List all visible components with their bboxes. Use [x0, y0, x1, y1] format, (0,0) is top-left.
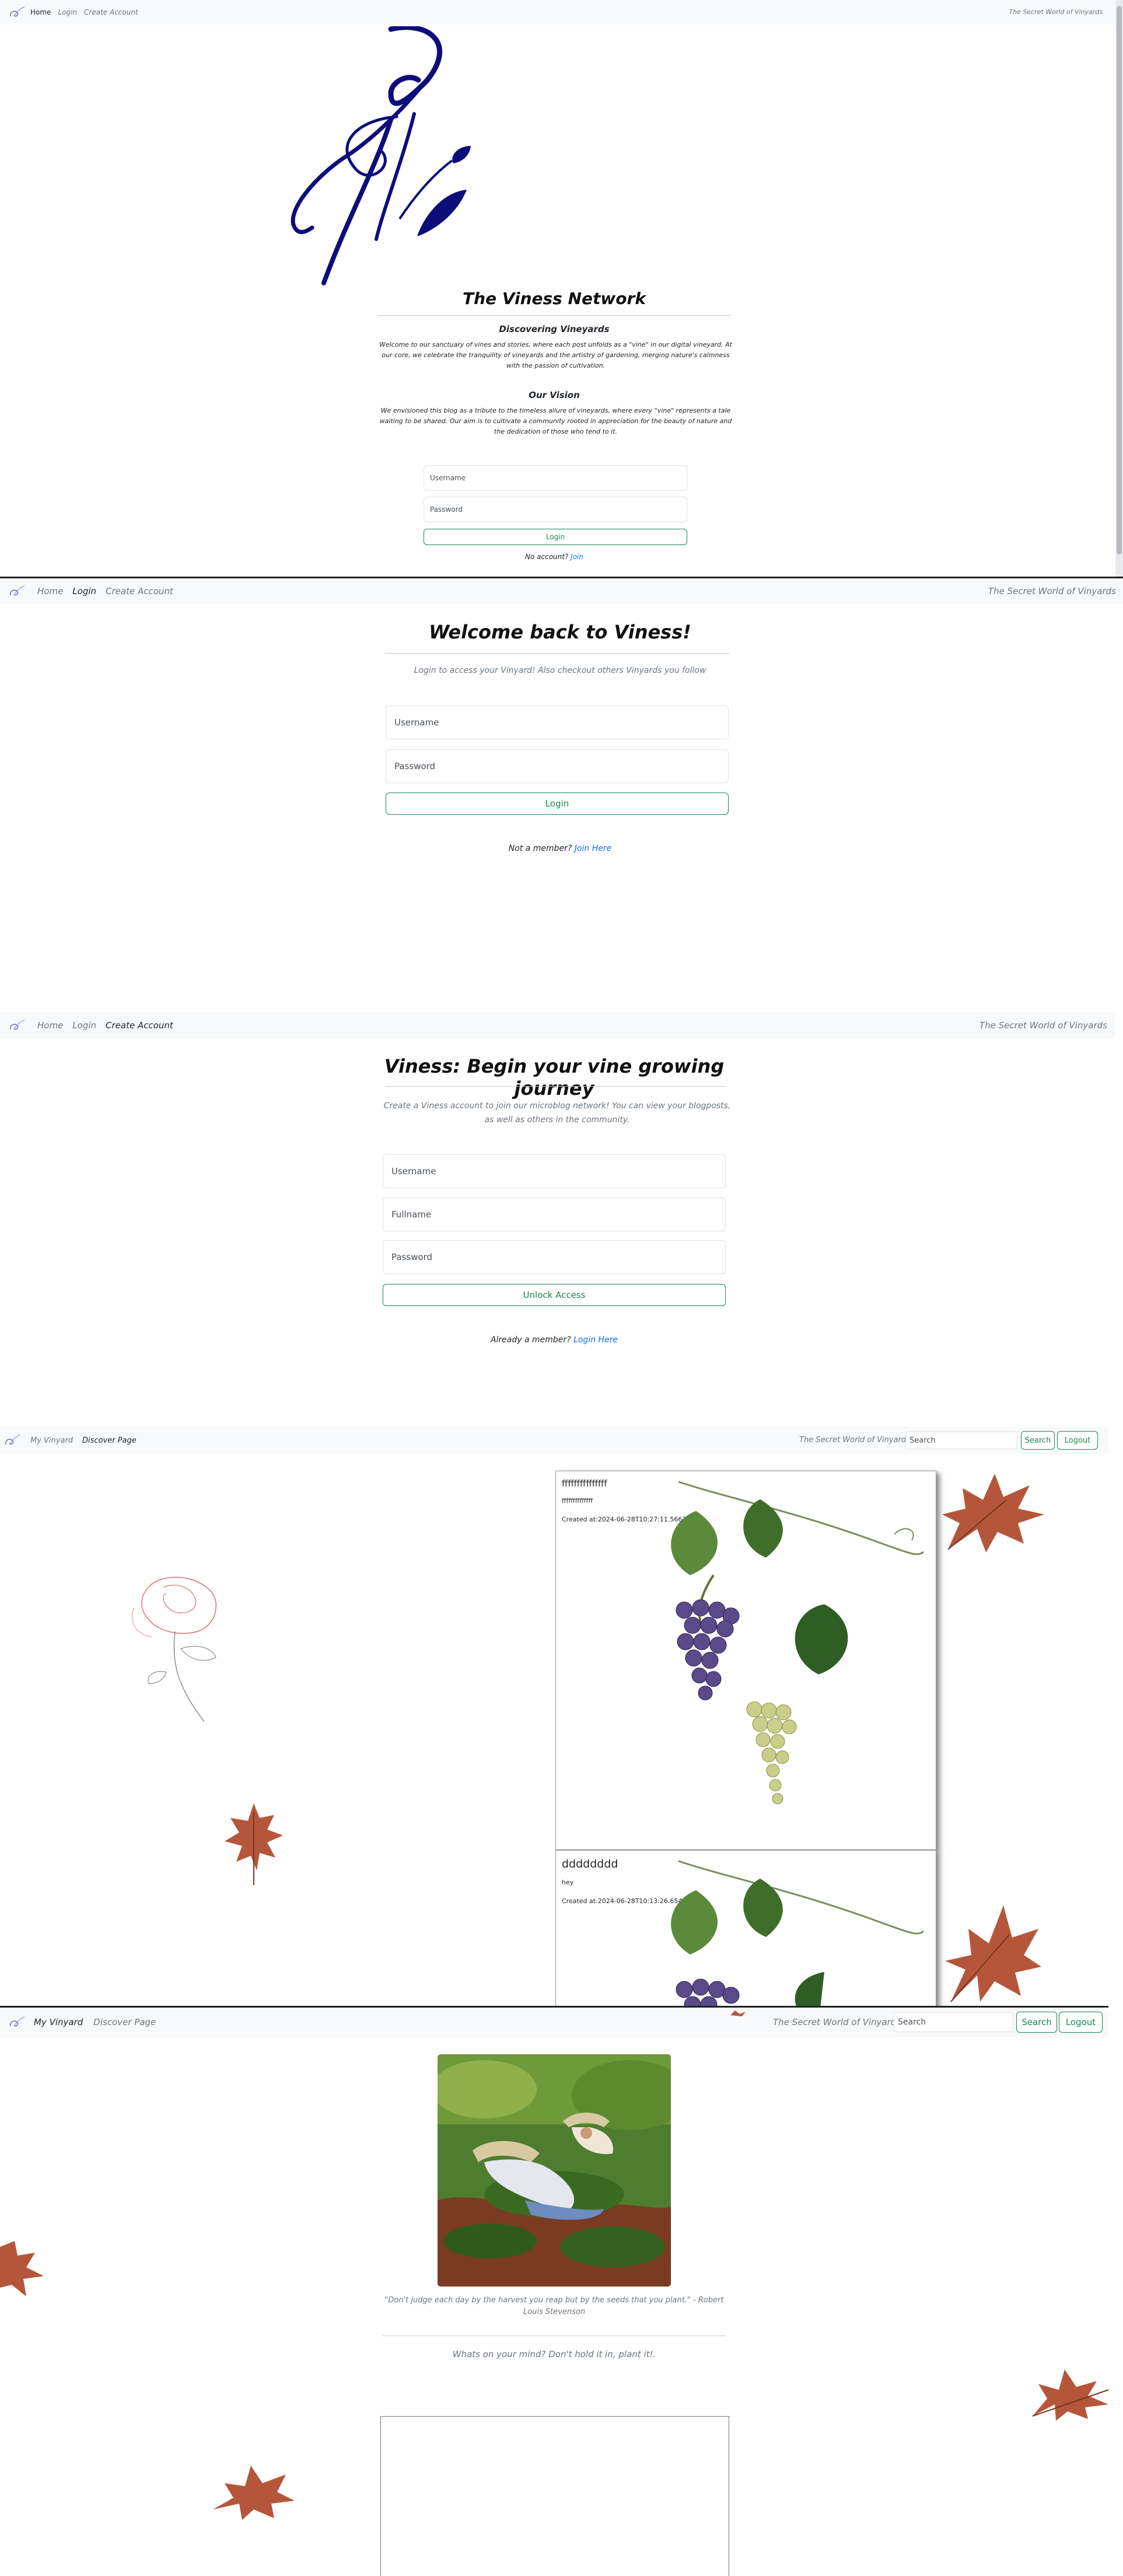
section-text-vision: We envisioned this blog as a tribute to … — [379, 407, 732, 435]
title-divider — [385, 1086, 726, 1087]
nav-create-account[interactable]: Create Account — [106, 586, 173, 596]
already-member-label: Already a member? — [490, 1335, 571, 1345]
nav-discover-page[interactable]: Discover Page — [93, 2017, 156, 2027]
username-field[interactable]: Username — [383, 1154, 726, 1188]
autumn-leaf-image — [945, 1905, 1041, 2002]
discover-navbar: My Vinyard Discover Page The Secret Worl… — [0, 1427, 1108, 1454]
join-link[interactable]: Join — [571, 553, 583, 561]
login-panel: Home Login Create Account The Secret Wor… — [0, 578, 1123, 1013]
not-member-text: Not a member? Join Here — [443, 844, 677, 853]
viness-logo — [289, 25, 528, 289]
brand-logo-icon[interactable] — [4, 1433, 21, 1448]
section-text-discovering: Welcome to our sanctuary of vines and st… — [379, 341, 732, 369]
username-field[interactable]: Username — [424, 465, 687, 491]
nav-home[interactable]: Home — [30, 8, 51, 16]
scrollbar[interactable] — [1115, 1427, 1123, 2008]
home-panel: Home Login Create Account The Secret Wor… — [0, 0, 1123, 578]
search-input[interactable]: Search — [894, 2012, 1013, 2032]
nav-home[interactable]: Home — [37, 586, 63, 596]
gardener-painting — [438, 2054, 671, 2287]
page-subtitle: Login to access your Vinyard! Also check… — [414, 666, 706, 675]
login-button[interactable]: Login — [424, 529, 687, 545]
brand-logo-icon[interactable] — [8, 5, 26, 20]
page-title: Welcome back to Viness! — [429, 621, 691, 643]
brand-logo-icon[interactable] — [8, 1018, 26, 1033]
title-divider — [378, 315, 731, 316]
grape-vine-image — [671, 1481, 925, 1804]
nav-home[interactable]: Home — [37, 1020, 63, 1031]
create-account-panel: Home Login Create Account The Secret Wor… — [0, 1013, 1123, 1427]
post-card[interactable]: dddddddd hey Created at:2024-06-28T10:13… — [555, 1850, 936, 2008]
search-button[interactable]: Search — [1021, 1431, 1055, 1450]
nav-create-account[interactable]: Create Account — [84, 8, 138, 16]
nav-create-account[interactable]: Create Account — [106, 1020, 173, 1031]
grape-vine-image — [671, 1860, 925, 2008]
brand-logo-icon[interactable] — [8, 584, 26, 599]
post-body: hey — [562, 1879, 574, 1886]
no-account-label: No account? — [525, 553, 569, 561]
navbar-tagline: The Secret World of Vinyards — [799, 1436, 910, 1444]
nav-my-vinyard[interactable]: My Vinyard — [34, 2017, 83, 2027]
brand-logo-icon[interactable] — [8, 2015, 26, 2030]
post-body: ffffffffffffff — [562, 1497, 593, 1505]
autumn-leaf-image — [213, 2466, 295, 2520]
nav-login[interactable]: Login — [72, 1020, 96, 1031]
already-member-text: Already a member? Login Here — [438, 1335, 671, 1345]
nav-login[interactable]: Login — [58, 8, 77, 16]
post-prompt: Whats on your mind? Don't hold it in, pl… — [452, 2349, 656, 2359]
post-title: dddddddd — [562, 1858, 618, 1870]
join-here-link[interactable]: Join Here — [575, 844, 611, 853]
autumn-leaf-image — [0, 2241, 44, 2296]
username-field[interactable]: Username — [386, 706, 729, 739]
autumn-leaf-image — [730, 2010, 746, 2016]
my-vinyard-navbar: My Vinyard Discover Page The Secret Worl… — [0, 2008, 1108, 2037]
my-vinyard-panel: My Vinyard Discover Page The Secret Worl… — [0, 2008, 1123, 2576]
title-divider — [385, 653, 729, 654]
login-navbar: Home Login Create Account The Secret Wor… — [0, 578, 1123, 604]
new-post-textarea[interactable] — [380, 2416, 729, 2576]
autumn-leaf-image — [225, 1803, 283, 1885]
logout-button[interactable]: Logout — [1059, 2012, 1103, 2033]
discover-panel: My Vinyard Discover Page The Secret Worl… — [0, 1427, 1123, 2008]
login-here-link[interactable]: Login Here — [573, 1335, 618, 1345]
unlock-access-button[interactable]: Unlock Access — [383, 1284, 726, 1306]
no-account-text: No account? Join — [467, 553, 642, 561]
search-input[interactable]: Search — [905, 1432, 1017, 1449]
navbar-tagline: The Secret World of Vinyards — [988, 586, 1116, 596]
navbar-tagline: The Secret World of Vinyards — [979, 1020, 1107, 1031]
nav-login[interactable]: Login — [72, 586, 96, 596]
scrollbar[interactable] — [1115, 0, 1123, 578]
page-subtitle: Create a Viness account to join our micr… — [383, 1101, 731, 1125]
search-button[interactable]: Search — [1016, 2012, 1057, 2033]
password-field[interactable]: Password — [424, 497, 687, 522]
rose-sketch-image — [131, 1576, 217, 1722]
login-button[interactable]: Login — [386, 793, 729, 815]
page-title: Viness: Begin your vine growing journey — [384, 1055, 725, 1099]
logout-button[interactable]: Logout — [1057, 1431, 1098, 1450]
autumn-leaf-image — [942, 1474, 1044, 1552]
password-field[interactable]: Password — [386, 749, 729, 783]
home-navbar: Home Login Create Account The Secret Wor… — [0, 0, 1115, 25]
post-title: fffffffffffffff — [562, 1478, 607, 1489]
not-member-label: Not a member? — [508, 844, 572, 853]
navbar-tagline: The Secret World of Vinyards — [1009, 8, 1103, 16]
create-navbar: Home Login Create Account The Secret Wor… — [0, 1013, 1115, 1038]
scrollbar-thumb[interactable] — [1117, 6, 1122, 554]
page-title: The Viness Network — [463, 289, 646, 308]
nav-my-vinyard[interactable]: My Vinyard — [30, 1436, 73, 1445]
navbar-tagline: The Secret World of Vinyards — [773, 2017, 901, 2027]
autumn-leaf-image — [1032, 2369, 1109, 2421]
password-field[interactable]: Password — [383, 1240, 726, 1274]
post-card[interactable]: fffffffffffffff ffffffffffffff Created a… — [555, 1471, 936, 1850]
section-heading-vision: Our Vision — [529, 390, 580, 400]
section-heading-discovering: Discovering Vineyards — [499, 324, 610, 334]
fullname-field[interactable]: Fullname — [383, 1198, 726, 1231]
inspirational-quote: "Don't judge each day by the harvest you… — [384, 2296, 724, 2316]
nav-discover-page[interactable]: Discover Page — [82, 1436, 137, 1445]
